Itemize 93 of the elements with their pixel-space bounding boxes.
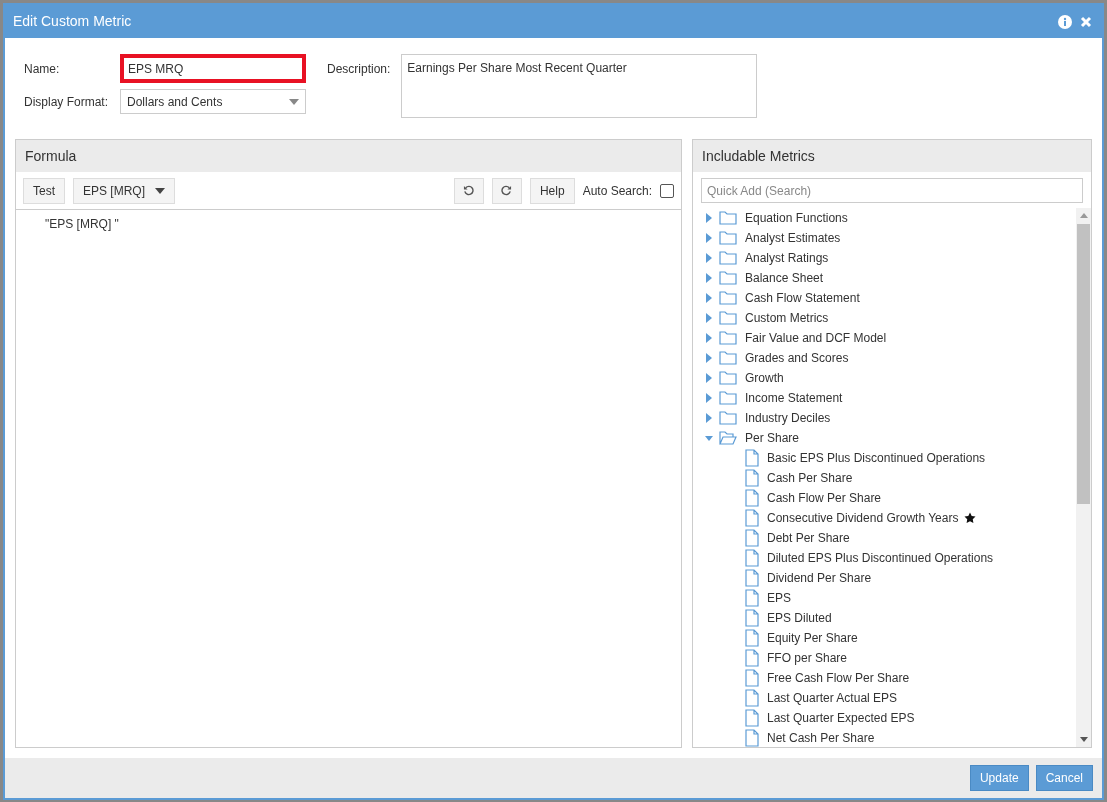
scroll-up-icon[interactable] — [1079, 213, 1088, 218]
document-icon — [745, 709, 759, 727]
folder-icon — [719, 371, 737, 385]
document-icon — [745, 669, 759, 687]
tree-item[interactable]: Last Quarter Expected EPS — [767, 709, 915, 727]
document-icon — [745, 729, 759, 747]
tree-item[interactable]: Industry Deciles — [745, 409, 831, 427]
document-icon — [745, 629, 759, 647]
name-label: Name: — [24, 60, 61, 78]
document-icon — [745, 569, 759, 587]
description-field[interactable]: Earnings Per Share Most Recent Quarter — [401, 54, 758, 118]
tree-item[interactable]: Grades and Scores — [745, 349, 849, 367]
document-icon — [745, 529, 759, 547]
tree-item[interactable]: EPS Diluted — [767, 609, 832, 627]
caret-right-icon[interactable] — [705, 353, 713, 363]
tree-item[interactable]: Debt Per Share — [767, 529, 850, 547]
folder-icon — [719, 311, 737, 325]
tree-item[interactable]: Consecutive Dividend Growth Years — [767, 509, 959, 527]
folder-icon — [719, 231, 737, 245]
help-button[interactable]: Help — [529, 177, 575, 204]
tree-item[interactable]: Balance Sheet — [745, 269, 824, 287]
document-icon — [745, 689, 759, 707]
redo-icon — [501, 185, 513, 196]
display-format-dropdown[interactable]: Dollars and Cents — [120, 89, 306, 114]
document-icon — [745, 449, 759, 467]
tree-item[interactable]: Equity Per Share — [767, 629, 858, 647]
test-button[interactable]: Test — [23, 177, 65, 204]
tree-item[interactable]: Income Statement — [745, 389, 843, 407]
caret-right-icon[interactable] — [705, 233, 713, 243]
caret-right-icon[interactable] — [705, 273, 713, 283]
caret-right-icon[interactable] — [705, 393, 713, 403]
folder-icon — [719, 291, 737, 305]
caret-right-icon[interactable] — [705, 253, 713, 263]
caret-down-icon — [289, 98, 299, 105]
tree-item[interactable]: Dividend Per Share — [767, 569, 872, 587]
display-format-label: Display Format: — [24, 93, 110, 111]
caret-right-icon[interactable] — [705, 313, 713, 323]
tree-item[interactable]: FFO per Share — [767, 649, 848, 667]
tree-item[interactable]: Fair Value and DCF Model — [745, 329, 887, 347]
document-icon — [745, 489, 759, 507]
folder-icon — [719, 331, 737, 345]
tree-item[interactable]: Last Quarter Actual EPS — [767, 689, 898, 707]
caret-right-icon[interactable] — [705, 373, 713, 383]
tree-item[interactable]: Equation Functions — [745, 209, 848, 227]
document-icon — [745, 589, 759, 607]
folder-icon — [719, 411, 737, 425]
name-field[interactable]: EPS MRQ — [120, 54, 306, 83]
folder-icon — [719, 251, 737, 265]
tree-item[interactable]: Analyst Estimates — [745, 229, 841, 247]
tree-item[interactable]: Free Cash Flow Per Share — [767, 669, 910, 687]
folder-icon — [719, 271, 737, 285]
redo-button[interactable] — [491, 177, 522, 204]
search-field[interactable]: Quick Add (Search) — [701, 178, 1083, 203]
document-icon — [745, 549, 759, 567]
info-icon[interactable] — [1058, 14, 1072, 29]
tree-item[interactable]: Basic EPS Plus Discontinued Operations — [767, 449, 986, 467]
auto-search-label: Auto Search: — [582, 182, 652, 200]
caret-right-icon[interactable] — [705, 413, 713, 423]
tree-item[interactable]: Cash Per Share — [767, 469, 853, 487]
tree-item[interactable]: Cash Flow Per Share — [767, 489, 882, 507]
caret-right-icon[interactable] — [705, 213, 713, 223]
folder-icon — [719, 211, 737, 225]
caret-down-icon[interactable] — [705, 433, 713, 443]
panel-title: Formula — [25, 146, 77, 166]
caret-right-icon[interactable] — [705, 293, 713, 303]
tree-item[interactable]: Analyst Ratings — [745, 249, 829, 267]
folder-icon — [719, 391, 737, 405]
tree-item[interactable]: Growth — [745, 369, 784, 387]
document-icon — [745, 509, 759, 527]
tree-item[interactable]: Net Cash Per Share — [767, 729, 875, 747]
tree-item[interactable]: Diluted EPS Plus Discontinued Operations — [767, 549, 994, 567]
caret-down-icon — [155, 187, 166, 194]
document-icon — [745, 649, 759, 667]
scroll-down-icon[interactable] — [1079, 737, 1088, 742]
panel-title: Includable Metrics — [702, 146, 815, 166]
document-icon — [745, 609, 759, 627]
open-folder-icon — [719, 431, 737, 445]
tree-item[interactable]: Cash Flow Statement — [745, 289, 860, 307]
close-icon[interactable] — [1080, 15, 1092, 28]
metric-dropdown[interactable]: EPS [MRQ] — [73, 177, 176, 204]
window-title: Edit Custom Metric — [13, 12, 133, 31]
formula-editor[interactable]: "EPS [MRQ] " — [16, 210, 681, 747]
undo-button[interactable] — [453, 177, 484, 204]
tree-item[interactable]: EPS — [767, 589, 791, 607]
tree-item[interactable]: Per Share — [745, 429, 800, 447]
description-label: Description: — [327, 61, 391, 78]
auto-search-checkbox[interactable] — [660, 183, 674, 198]
caret-right-icon[interactable] — [705, 333, 713, 343]
tree-item[interactable]: Custom Metrics — [745, 309, 829, 327]
scrollbar[interactable] — [1076, 208, 1091, 747]
document-icon — [745, 469, 759, 487]
folder-icon — [719, 351, 737, 365]
undo-icon — [463, 185, 475, 196]
